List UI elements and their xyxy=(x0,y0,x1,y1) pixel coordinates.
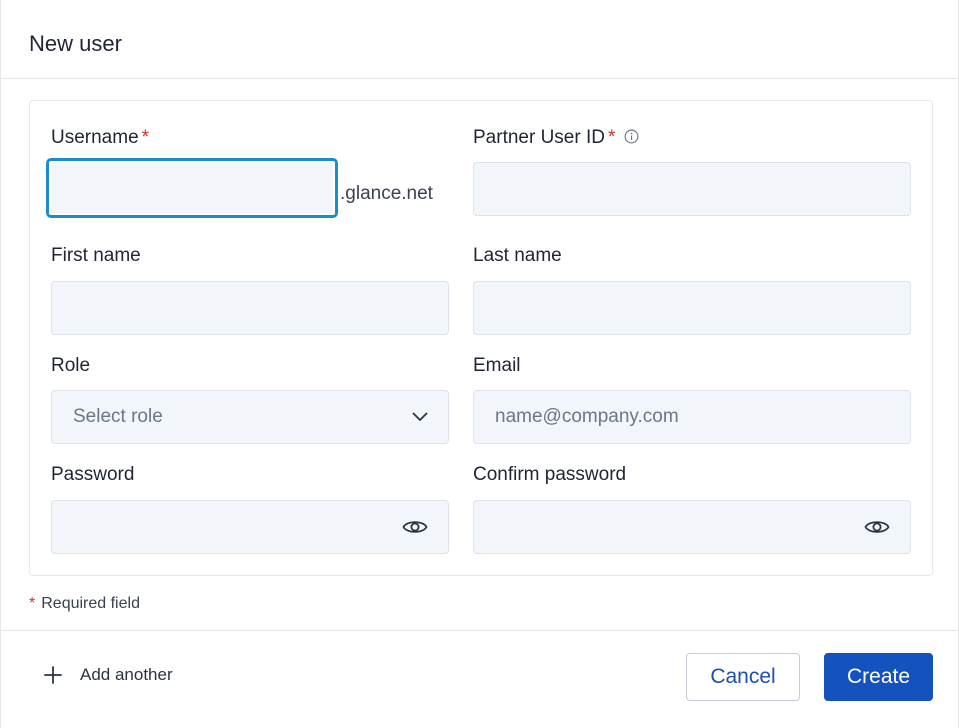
partner-user-id-required-mark: * xyxy=(607,127,616,148)
confirm-password-input[interactable] xyxy=(473,500,911,554)
partner-user-id-label-text: Partner User ID xyxy=(473,127,605,148)
new-user-dialog: New user Username * .glance.net Partner U… xyxy=(0,0,959,728)
role-label: Role xyxy=(51,355,91,376)
required-note-star: * xyxy=(29,595,36,612)
cancel-button[interactable]: Cancel xyxy=(686,653,800,701)
first-name-label: First name xyxy=(51,245,141,266)
add-another-button[interactable]: Add another xyxy=(44,665,173,685)
partner-user-id-label: Partner User ID * xyxy=(473,127,639,149)
required-note-text: Required field xyxy=(41,595,140,612)
dialog-header: New user xyxy=(1,0,958,79)
plus-icon xyxy=(44,666,62,684)
eye-icon[interactable] xyxy=(402,518,428,536)
partner-user-id-input[interactable] xyxy=(473,162,911,216)
chevron-down-icon xyxy=(412,412,428,421)
last-name-input[interactable] xyxy=(473,281,911,335)
dialog-footer: Add another Cancel Create xyxy=(1,630,958,728)
username-input[interactable] xyxy=(47,159,337,217)
info-icon[interactable] xyxy=(624,129,639,144)
first-name-input[interactable] xyxy=(51,281,449,335)
username-label: Username * xyxy=(51,127,149,149)
username-required-mark: * xyxy=(141,127,150,148)
role-select[interactable]: Select role xyxy=(51,390,449,444)
dialog-title: New user xyxy=(29,31,122,56)
email-input[interactable]: name@company.com xyxy=(473,390,911,444)
create-button[interactable]: Create xyxy=(824,653,933,701)
eye-icon[interactable] xyxy=(864,518,890,536)
email-label: Email xyxy=(473,355,521,376)
add-another-label: Add another xyxy=(80,665,173,684)
role-placeholder: Select role xyxy=(73,406,163,427)
required-field-note: * Required field xyxy=(29,595,140,613)
password-label: Password xyxy=(51,464,135,485)
email-placeholder: name@company.com xyxy=(495,406,679,427)
username-label-text: Username xyxy=(51,127,139,148)
confirm-password-label: Confirm password xyxy=(473,464,627,485)
user-form-panel: Username * .glance.net Partner User ID * F… xyxy=(29,100,933,576)
password-input[interactable] xyxy=(51,500,449,554)
last-name-label: Last name xyxy=(473,245,562,266)
username-domain-suffix: .glance.net xyxy=(340,183,433,204)
